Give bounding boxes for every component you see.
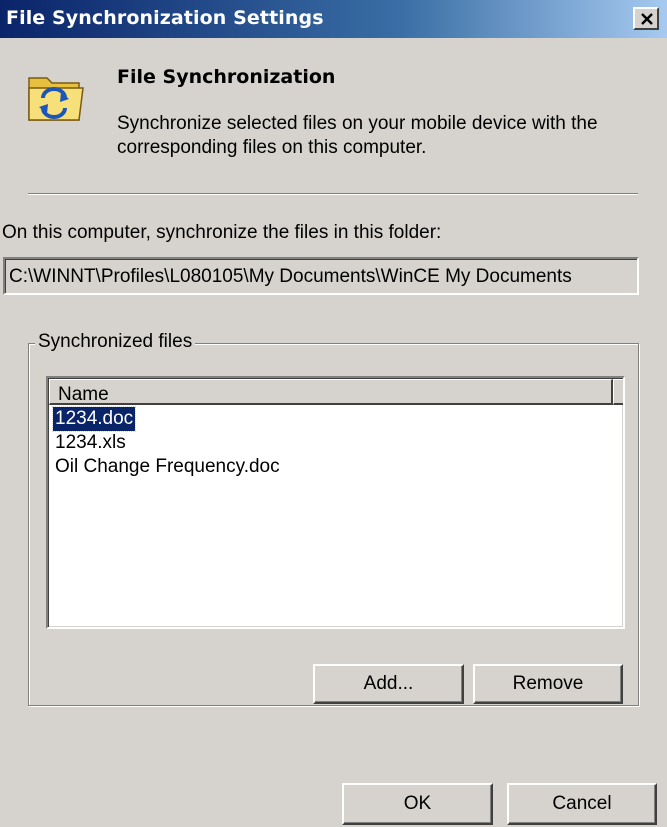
synchronized-files-label: Synchronized files	[35, 331, 196, 353]
column-header-filler	[613, 379, 623, 405]
remove-button[interactable]: Remove	[473, 664, 623, 704]
header-description: Synchronize selected files on your mobil…	[117, 113, 598, 158]
folder-sync-icon	[28, 77, 84, 121]
column-header-name-label: Name	[58, 384, 109, 405]
folder-label: On this computer, synchronize the files …	[2, 222, 442, 243]
list-item[interactable]: 1234.xls	[53, 431, 613, 455]
header-title: File Synchronization	[117, 66, 336, 88]
list-item[interactable]: 1234.doc	[51, 406, 613, 432]
separator	[28, 193, 638, 195]
close-icon	[641, 13, 653, 25]
title-bar[interactable]: File Synchronization Settings	[0, 0, 667, 38]
list-item-label: Oil Change Frequency.doc	[55, 456, 280, 477]
list-item[interactable]: Oil Change Frequency.doc	[53, 455, 613, 479]
list-item-label: 1234.xls	[55, 432, 126, 453]
cancel-button[interactable]: Cancel	[507, 783, 657, 825]
file-list: 1234.doc 1234.xls Oil Change Frequency.d…	[51, 406, 613, 479]
close-button[interactable]	[633, 7, 659, 30]
list-item-label: 1234.doc	[51, 406, 137, 432]
folder-path-field[interactable]: C:\WINNT\Profiles\L080105\My Documents\W…	[3, 257, 639, 295]
column-header-name[interactable]: Name	[49, 379, 613, 405]
files-listview[interactable]: Name 1234.doc 1234.xls Oil Change Freque…	[46, 376, 625, 629]
window-title: File Synchronization Settings	[6, 7, 324, 29]
ok-button[interactable]: OK	[342, 783, 493, 825]
add-button[interactable]: Add...	[313, 664, 464, 704]
